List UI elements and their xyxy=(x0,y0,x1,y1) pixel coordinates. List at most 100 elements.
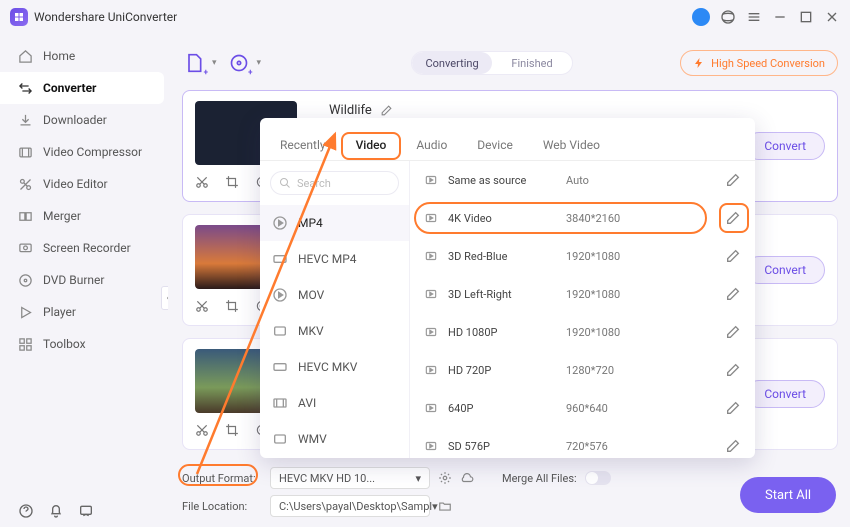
sidebar: Home Converter Downloader Video Compress… xyxy=(0,34,168,527)
help-icon[interactable] xyxy=(18,503,34,519)
convert-button[interactable]: Convert xyxy=(745,256,825,284)
sidebar-item-player[interactable]: Player xyxy=(0,296,168,328)
resolution-hd-720p[interactable]: HD 720P1280*720 xyxy=(410,351,755,389)
format-hevc-mkv[interactable]: HEVC MKV xyxy=(260,349,409,385)
chevron-down-icon: ▾ xyxy=(415,472,421,485)
format-wmv[interactable]: WMV xyxy=(260,421,409,457)
start-all-button[interactable]: Start All xyxy=(740,477,836,513)
format-hevc-mp4[interactable]: HEVC MP4 xyxy=(260,241,409,277)
format-search-input[interactable]: Search xyxy=(270,171,399,195)
folder-open-icon[interactable] xyxy=(438,499,452,513)
sidebar-item-label: Home xyxy=(43,49,75,63)
file-location-select[interactable]: C:\Users\payal\Desktop\Sampl▾ xyxy=(270,495,430,517)
minimize-button[interactable] xyxy=(772,9,788,25)
edit-icon[interactable] xyxy=(725,210,741,226)
resolution-3d-left-right[interactable]: 3D Left-Right1920*1080 xyxy=(410,275,755,313)
format-mp4[interactable]: MP4 xyxy=(260,205,409,241)
segment-finished[interactable]: Finished xyxy=(492,52,572,74)
resolution-3d-red-blue[interactable]: 3D Red-Blue1920*1080 xyxy=(410,237,755,275)
sidebar-item-converter[interactable]: Converter xyxy=(0,72,164,104)
sidebar-item-screen-recorder[interactable]: Screen Recorder xyxy=(0,232,168,264)
chevron-down-icon[interactable]: ▾ xyxy=(212,58,217,68)
edit-icon[interactable] xyxy=(725,248,741,264)
tab-device[interactable]: Device xyxy=(465,130,525,160)
resolution-640p[interactable]: 640P960*640 xyxy=(410,389,755,427)
file-name: Wildlife xyxy=(329,103,372,118)
sidebar-item-toolbox[interactable]: Toolbox xyxy=(0,328,168,360)
cut-icon[interactable] xyxy=(195,423,209,437)
file-location-label: File Location: xyxy=(182,500,262,513)
menu-icon[interactable] xyxy=(746,9,762,25)
sidebar-item-label: Video Compressor xyxy=(43,145,142,159)
edit-icon[interactable] xyxy=(725,286,741,302)
format-list: Search MP4 HEVC MP4 MOV MKV HEVC MKV AVI… xyxy=(260,161,410,458)
sidebar-item-label: Downloader xyxy=(43,113,107,127)
merge-label: Merge All Files: xyxy=(502,472,577,485)
sidebar-item-label: Toolbox xyxy=(43,337,86,351)
tab-video[interactable]: Video xyxy=(344,130,399,160)
rename-icon[interactable] xyxy=(380,104,393,117)
sidebar-item-downloader[interactable]: Downloader xyxy=(0,104,168,136)
feedback-icon[interactable] xyxy=(78,503,94,519)
support-icon[interactable] xyxy=(720,9,736,25)
format-mov[interactable]: MOV xyxy=(260,277,409,313)
format-mkv[interactable]: MKV xyxy=(260,313,409,349)
app-title: Wondershare UniConverter xyxy=(34,10,177,24)
edit-icon[interactable] xyxy=(725,400,741,416)
search-icon xyxy=(279,177,291,189)
crop-icon[interactable] xyxy=(225,299,239,313)
format-tabs: Recently Video Audio Device Web Video xyxy=(260,118,755,160)
convert-button[interactable]: Convert xyxy=(745,380,825,408)
tab-audio[interactable]: Audio xyxy=(404,130,459,160)
sidebar-item-label: Converter xyxy=(43,81,96,95)
tab-web-video[interactable]: Web Video xyxy=(531,130,612,160)
cloud-icon[interactable] xyxy=(460,471,474,485)
notification-icon[interactable] xyxy=(48,503,64,519)
output-format-select[interactable]: HEVC MKV HD 10...▾ xyxy=(270,467,430,489)
add-dvd-button[interactable]: + xyxy=(227,51,251,75)
chevron-down-icon: ▾ xyxy=(432,500,438,513)
cut-icon[interactable] xyxy=(195,299,209,313)
high-speed-conversion-button[interactable]: High Speed Conversion xyxy=(680,50,838,76)
chevron-down-icon[interactable]: ▾ xyxy=(257,58,262,68)
merge-toggle[interactable] xyxy=(585,471,611,485)
edit-icon[interactable] xyxy=(725,362,741,378)
crop-icon[interactable] xyxy=(225,423,239,437)
sidebar-item-dvd-burner[interactable]: DVD Burner xyxy=(0,264,168,296)
output-format-label: Output Format: xyxy=(182,472,262,485)
edit-icon[interactable] xyxy=(725,438,741,454)
convert-button[interactable]: Convert xyxy=(745,132,825,160)
sidebar-item-label: Video Editor xyxy=(43,177,108,191)
sidebar-item-merger[interactable]: Merger xyxy=(0,200,168,232)
segment-converting[interactable]: Converting xyxy=(412,52,492,74)
resolution-list: Same as sourceAuto 4K Video3840*2160 3D … xyxy=(410,161,755,458)
resolution-same-as-source[interactable]: Same as sourceAuto xyxy=(410,161,755,199)
topbar: + ▾ + ▾ Converting Finished High Speed C… xyxy=(182,42,838,84)
sidebar-item-label: DVD Burner xyxy=(43,273,104,287)
crop-icon[interactable] xyxy=(225,175,239,189)
titlebar: Wondershare UniConverter xyxy=(0,0,850,34)
resolution-hd-1080p[interactable]: HD 1080P1920*1080 xyxy=(410,313,755,351)
account-avatar[interactable] xyxy=(692,8,710,26)
resolution-4k-video[interactable]: 4K Video3840*2160 xyxy=(410,199,755,237)
edit-icon[interactable] xyxy=(725,172,741,188)
edit-icon[interactable] xyxy=(725,324,741,340)
add-file-button[interactable]: + xyxy=(182,51,206,75)
sidebar-item-home[interactable]: Home xyxy=(0,40,168,72)
app-logo xyxy=(10,8,28,26)
sidebar-item-video-compressor[interactable]: Video Compressor xyxy=(0,136,168,168)
format-panel: Recently Video Audio Device Web Video Se… xyxy=(260,118,755,458)
cut-icon[interactable] xyxy=(195,175,209,189)
sidebar-item-video-editor[interactable]: Video Editor xyxy=(0,168,168,200)
resolution-sd-576p[interactable]: SD 576P720*576 xyxy=(410,427,755,458)
sidebar-item-label: Merger xyxy=(43,209,81,223)
close-button[interactable] xyxy=(824,9,840,25)
tab-recently[interactable]: Recently xyxy=(268,130,338,160)
format-avi[interactable]: AVI xyxy=(260,385,409,421)
hsc-label: High Speed Conversion xyxy=(711,57,825,70)
settings-icon[interactable] xyxy=(438,471,452,485)
sidebar-item-label: Screen Recorder xyxy=(43,241,131,255)
status-segment: Converting Finished xyxy=(411,51,573,75)
sidebar-item-label: Player xyxy=(43,305,76,319)
maximize-button[interactable] xyxy=(798,9,814,25)
